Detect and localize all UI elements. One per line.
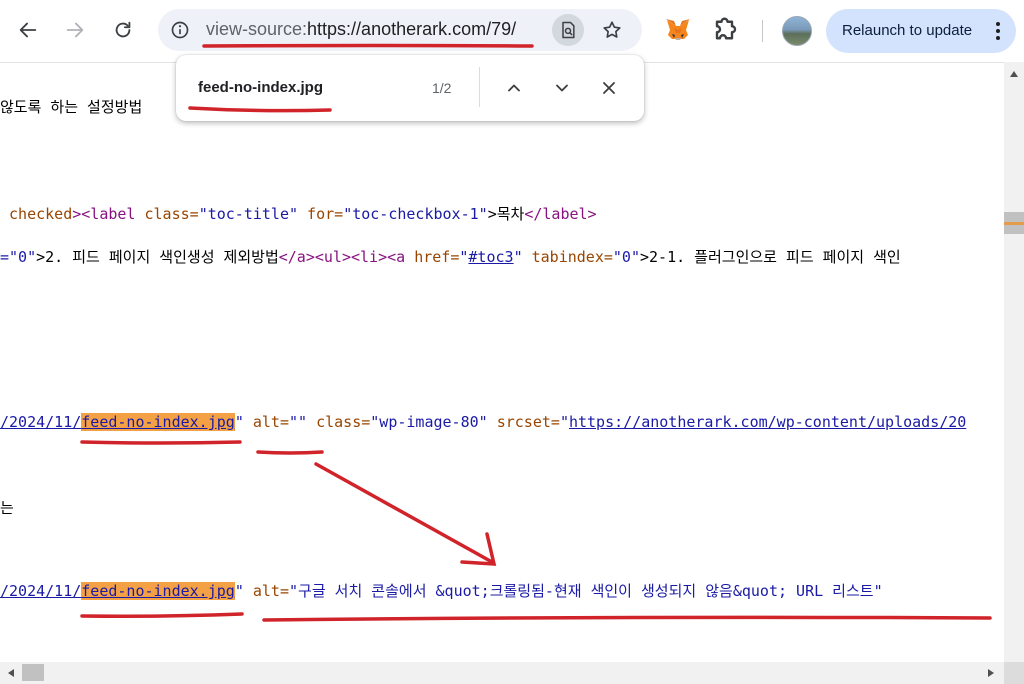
anchor-link-toc3[interactable]: #toc3 [468,248,513,266]
find-close-button[interactable] [593,72,625,104]
image-url-link[interactable]: /2024/11/feed-no-index.jpg [0,582,235,600]
find-match-current: feed-no-index.jpg [81,413,235,431]
extensions-puzzle-icon[interactable] [708,12,744,52]
browser-toolbar: view-source:https://anotherark.com/79/ R… [0,0,1024,63]
metamask-extension-icon[interactable] [662,14,694,46]
source-line: 않도록 하는 설정방법 [0,98,143,116]
find-in-page-bar: feed-no-index.jpg 1/2 [176,55,644,121]
source-line: /2024/11/feed-no-index.jpg" alt="" class… [0,413,967,431]
scroll-right-arrow-icon[interactable] [985,667,997,679]
view-source-search-icon[interactable] [552,14,584,46]
site-info-icon[interactable] [166,16,194,44]
back-button[interactable] [10,12,46,48]
source-code-view[interactable]: 않도록 하는 설정방법 checked><label class="toc-ti… [0,62,1004,662]
relaunch-to-update-button[interactable]: Relaunch to update [826,9,1016,53]
scroll-up-arrow-icon[interactable] [1008,68,1020,80]
find-next-button[interactable] [546,72,578,104]
horizontal-scrollbar[interactable] [0,662,1004,684]
find-input[interactable]: feed-no-index.jpg [198,79,323,96]
bookmark-star-icon[interactable] [596,14,628,46]
find-previous-button[interactable] [498,72,530,104]
srcset-link[interactable]: https://anotherark.com/wp-content/upload… [569,413,966,431]
chevron-down-icon [556,84,568,92]
forward-arrow-icon [66,22,84,38]
profile-avatar[interactable] [782,16,812,46]
find-divider [479,67,480,107]
vertical-scrollbar[interactable] [1004,62,1024,662]
reload-button[interactable] [105,12,141,48]
url-scheme: view-source: [206,19,308,39]
find-match: feed-no-index.jpg [81,582,235,600]
toolbar-divider [762,20,763,42]
url-text[interactable]: view-source:https://anotherark.com/79/ [206,19,516,40]
source-line: ="0">2. 피드 페이지 색인생성 제외방법</a><ul><li><a h… [0,248,901,266]
image-url-link[interactable]: /2024/11/feed-no-index.jpg [0,413,235,431]
source-line: checked><label class="toc-title" for="to… [0,205,597,223]
forward-button[interactable] [57,12,93,48]
scrollbar-corner [1004,662,1024,684]
horizontal-scrollbar-thumb[interactable] [22,664,44,681]
kebab-menu-icon[interactable] [990,19,1006,43]
source-line: 는 [0,499,14,517]
relaunch-label: Relaunch to update [842,22,973,39]
back-arrow-icon [19,22,37,38]
address-bar[interactable]: view-source:https://anotherark.com/79/ [158,9,642,51]
find-match-marker [1004,222,1024,225]
source-line: /2024/11/feed-no-index.jpg" alt="구글 서치 콘… [0,582,883,600]
scroll-left-arrow-icon[interactable] [5,667,17,679]
close-icon [603,82,615,94]
chevron-up-icon [508,84,520,92]
url-address: https://anotherark.com/79/ [307,19,517,39]
find-match-count: 1/2 [432,80,452,96]
reload-icon [115,21,131,38]
